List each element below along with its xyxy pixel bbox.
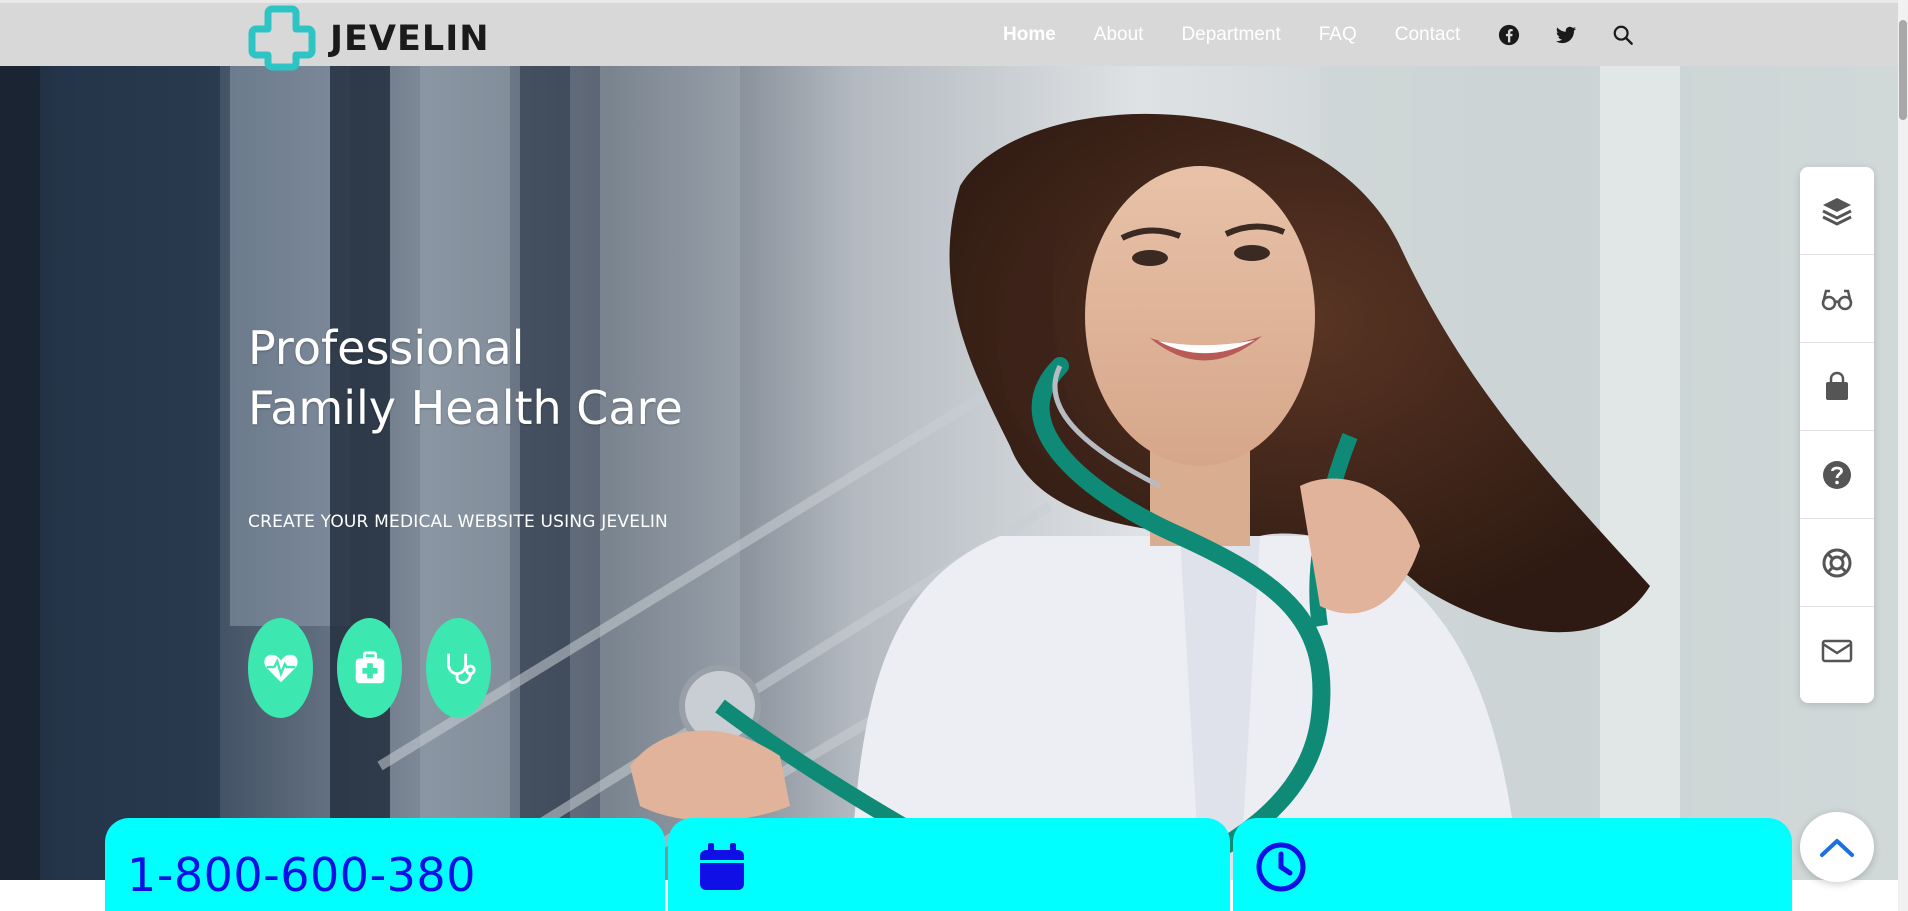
nav-about[interactable]: About (1094, 24, 1144, 46)
opening-hours-card (1233, 818, 1792, 911)
hero-background-photo (0, 66, 1898, 880)
shopping-bag-icon[interactable] (1800, 343, 1874, 431)
medical-cross-logo-icon (248, 5, 316, 71)
phone-card: 1-800-600-380 (105, 818, 665, 911)
logo-text: JEVELIN (330, 19, 490, 59)
site-header: JEVELIN Home About Department FAQ Contac… (0, 0, 1908, 71)
hero-subtitle: CREATE YOUR MEDICAL WEBSITE USING JEVELI… (248, 512, 668, 532)
question-circle-icon[interactable] (1800, 431, 1874, 519)
twitter-icon[interactable] (1555, 24, 1577, 46)
first-aid-kit-icon[interactable] (337, 618, 402, 718)
feature-icons (248, 618, 515, 718)
nav-home[interactable]: Home (1003, 24, 1056, 46)
stethoscope-icon[interactable] (426, 618, 491, 718)
glasses-icon[interactable] (1800, 255, 1874, 343)
nav-department[interactable]: Department (1181, 24, 1280, 46)
chevron-up-icon (1820, 839, 1854, 857)
search-icon[interactable] (1612, 24, 1634, 46)
page-scrollbar[interactable] (1898, 0, 1908, 911)
hero-title-line2: Family Health Care (248, 381, 683, 435)
facebook-icon[interactable] (1498, 24, 1520, 46)
scrollbar-thumb[interactable] (1899, 20, 1907, 120)
logo[interactable]: JEVELIN (248, 5, 490, 71)
hero-title-line1: Professional (248, 321, 525, 375)
nav-contact[interactable]: Contact (1395, 24, 1460, 46)
nav-faq[interactable]: FAQ (1319, 24, 1357, 46)
appointment-card (668, 818, 1230, 911)
envelope-icon[interactable] (1800, 607, 1874, 695)
heartbeat-icon[interactable] (248, 618, 313, 718)
layers-icon[interactable] (1800, 167, 1874, 255)
clock-icon (1256, 842, 1306, 892)
hero-title: Professional Family Health Care (248, 318, 683, 438)
calendar-icon (700, 843, 744, 890)
main-nav: Home About Department FAQ Contact (1003, 24, 1669, 46)
scroll-to-top-button[interactable] (1800, 812, 1874, 882)
phone-number[interactable]: 1-800-600-380 (127, 848, 476, 902)
page: JEVELIN Home About Department FAQ Contac… (0, 0, 1908, 911)
info-cards: 1-800-600-380 (105, 818, 1792, 911)
lifebuoy-icon[interactable] (1800, 519, 1874, 607)
hero-section: Professional Family Health Care CREATE Y… (0, 66, 1898, 880)
side-toolbar (1800, 167, 1874, 703)
